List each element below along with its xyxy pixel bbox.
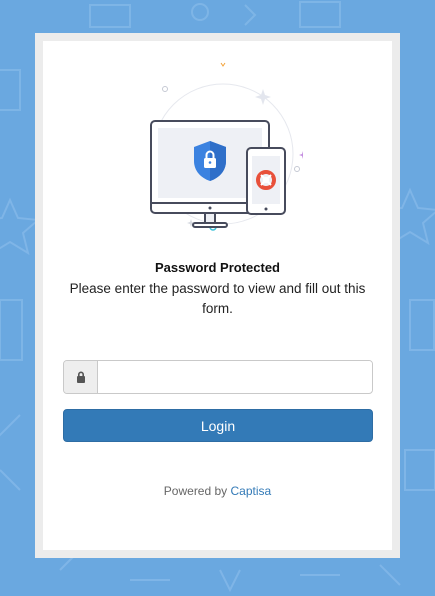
password-input-group: [63, 360, 373, 394]
captisa-link[interactable]: Captisa: [231, 484, 272, 498]
password-input[interactable]: [98, 361, 372, 391]
powered-by-label: Powered by: [163, 484, 228, 498]
card-frame: Password Protected Please enter the pass…: [35, 33, 400, 558]
lock-icon: [64, 361, 98, 393]
page-title: Password Protected: [155, 260, 280, 275]
login-card: Password Protected Please enter the pass…: [43, 41, 392, 550]
login-button[interactable]: Login: [63, 409, 373, 442]
page-subtitle: Please enter the password to view and fi…: [69, 281, 366, 316]
powered-by: Powered by Captisa: [43, 484, 392, 498]
device-security-illustration: [150, 62, 303, 231]
